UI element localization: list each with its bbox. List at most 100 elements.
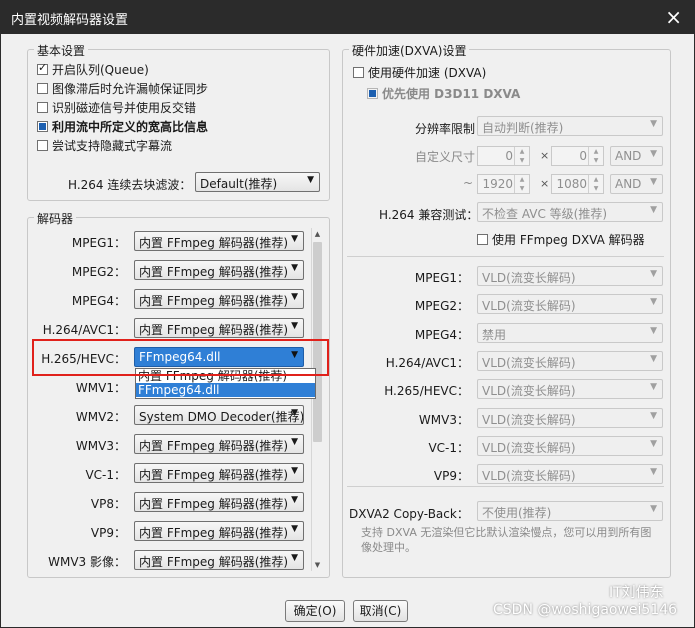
decoder-label: WMV3： — [75, 439, 126, 453]
decoder-select[interactable]: 内置 FFmpeg 解码器(推荐) ▼ — [134, 231, 304, 251]
hw-codec-label: H.265/HEVC： — [384, 384, 469, 399]
basic-option-checkbox[interactable]: 识别磁迹信号并使用反交错 — [37, 98, 196, 116]
checkbox-box[interactable] — [37, 101, 48, 113]
copyback-select[interactable]: 不使用(推荐) ▼ — [477, 501, 663, 521]
checkbox-box[interactable] — [353, 66, 364, 78]
resolution-select[interactable]: 自动判断(推荐) ▼ — [477, 116, 663, 136]
hw-codec-label: MPEG2： — [414, 299, 469, 314]
scroll-down-icon[interactable]: ▼ — [312, 561, 323, 569]
decoder-select[interactable]: 内置 FFmpeg 解码器(推荐) ▼ — [134, 550, 304, 570]
decoder-select[interactable]: 内置 FFmpeg 解码器(推荐) ▼ — [134, 318, 304, 338]
hw-codec-select[interactable]: VLD(流变长解码) ▼ — [477, 350, 663, 371]
deblock-select[interactable]: Default(推荐) ▼ — [195, 172, 320, 192]
chevron-down-icon: ▼ — [650, 410, 657, 421]
hw-codec-select[interactable]: VLD(流变长解码) ▼ — [477, 435, 663, 456]
hw-codec-label: VC-1： — [428, 440, 469, 455]
decoder-label: WMV2： — [75, 410, 126, 424]
compat-test-value: 不检查 AVC 等级(推荐) — [482, 207, 608, 221]
checkbox-box[interactable] — [37, 61, 48, 75]
min-height-value: 0 — [579, 149, 587, 163]
hw-codec-label: VP9： — [433, 469, 469, 484]
hw-codec-value: VLD(流变长解码) — [482, 384, 576, 399]
spin-arrows-icon[interactable]: ▲ ▼ — [514, 147, 529, 165]
hw-codec-label: MPEG4： — [414, 327, 469, 342]
min-mode-select[interactable]: AND ▼ — [610, 146, 663, 166]
chevron-down-icon: ▼ — [650, 205, 657, 215]
cancel-button[interactable]: 取消(C) — [353, 600, 408, 622]
decoder-label: H.264/AVC1： — [42, 323, 126, 337]
ffmpeg-dxva-label: 使用 FFmpeg DXVA 解码器 — [492, 232, 645, 247]
ok-button[interactable]: 确定(O) — [285, 600, 345, 622]
spin-arrows-icon[interactable]: ▲ ▼ — [514, 175, 529, 193]
decoder-select[interactable]: 内置 FFmpeg 解码器(推荐) ▼ — [134, 260, 304, 280]
chevron-down-icon: ▼ — [650, 177, 657, 187]
decoder-value: 内置 FFmpeg 解码器(推荐) — [139, 236, 289, 250]
decoders-scrollbar[interactable]: ▲ ▼ — [311, 228, 323, 571]
hw-codec-value: VLD(流变长解码) — [482, 271, 576, 285]
chevron-down-icon: ▼ — [291, 495, 298, 505]
checkbox-box[interactable] — [37, 82, 48, 94]
decoder-value: 内置 FFmpeg 解码器(推荐) — [139, 526, 289, 540]
chevron-down-icon: ▼ — [650, 149, 657, 159]
decoders-legend: 解码器 — [34, 210, 77, 227]
decoder-label: VC-1： — [85, 468, 126, 482]
basic-settings-legend: 基本设置 — [34, 42, 89, 59]
hw-codec-select[interactable]: VLD(流变长解码) ▼ — [477, 294, 663, 315]
basic-option-label: 图像滞后时允许漏帧保证同步 — [52, 81, 209, 96]
spin-arrows-icon[interactable]: ▲ ▼ — [588, 175, 603, 193]
decoder-select[interactable]: 内置 FFmpeg 解码器(推荐) ▼ — [134, 434, 304, 454]
checkbox-box[interactable] — [37, 120, 48, 132]
decoder-select[interactable]: 内置 FFmpeg 解码器(推荐) ▼ — [134, 492, 304, 512]
hw-codec-select[interactable]: VLD(流变长解码) ▼ — [477, 266, 663, 286]
scroll-up-icon[interactable]: ▲ — [312, 230, 323, 238]
hw-codec-select[interactable]: 禁用 ▼ — [477, 322, 663, 343]
hw-codec-value: VLD(流变长解码) — [482, 299, 576, 314]
decoder-select[interactable]: 内置 FFmpeg 解码器(推荐) ▼ — [134, 463, 304, 483]
divider — [347, 486, 664, 487]
use-hw-accel-checkbox[interactable]: 使用硬件加速 (DXVA) — [353, 63, 486, 81]
checkbox-box[interactable] — [367, 87, 378, 99]
copyback-label: DXVA2 Copy-Back： — [349, 507, 469, 521]
chevron-down-icon: ▼ — [650, 269, 657, 279]
spin-arrows-icon[interactable]: ▲ ▼ — [588, 147, 603, 165]
decoder-select[interactable]: 内置 FFmpeg 解码器(推荐) ▼ — [134, 521, 304, 541]
decoder-settings-dialog: 内置视频解码器设置 × 基本设置 开启队列(Queue) 图像滞后时允许漏帧保证同… — [0, 0, 695, 628]
close-icon[interactable]: × — [665, 5, 682, 29]
deblock-value: Default(推荐) — [200, 177, 278, 191]
decoder-select[interactable]: 内置 FFmpeg 解码器(推荐) ▼ — [134, 289, 304, 309]
basic-settings-group: 基本设置 开启队列(Queue) 图像滞后时允许漏帧保证同步识别磁迹信号并使用反交… — [27, 42, 330, 201]
hw-codec-value: VLD(流变长解码) — [482, 440, 576, 455]
min-height-spin[interactable]: 0 ▲ ▼ — [551, 146, 604, 166]
max-height-spin[interactable]: 1080 ▲ ▼ — [551, 174, 604, 194]
decoder-label: MPEG4： — [71, 294, 126, 308]
min-width-spin[interactable]: 0 ▲ ▼ — [477, 146, 530, 166]
basic-option-checkbox[interactable]: 尝试支持隐藏式字幕流 — [37, 136, 172, 154]
decoder-value: 内置 FFmpeg 解码器(推荐) — [139, 555, 289, 569]
chevron-down-icon: ▼ — [291, 408, 298, 418]
chevron-down-icon: ▼ — [650, 382, 657, 393]
decoder-label: VP8： — [90, 497, 126, 511]
hw-codec-select[interactable]: VLD(流变长解码) ▼ — [477, 464, 663, 485]
checkbox-box[interactable] — [477, 233, 488, 245]
copyback-value: 不使用(推荐) — [482, 506, 552, 520]
hw-codec-select[interactable]: VLD(流变长解码) ▼ — [477, 379, 663, 400]
max-width-value: 1920 — [482, 177, 513, 191]
basic-option-checkbox[interactable]: 利用流中所定义的宽高比信息 — [37, 117, 208, 135]
basic-option-checkbox[interactable]: 开启队列(Queue) — [37, 60, 149, 78]
hw-codec-select[interactable]: VLD(流变长解码) ▼ — [477, 407, 663, 428]
prefer-d3d11-checkbox[interactable]: 优先使用 D3D11 DXVA — [367, 84, 520, 102]
max-mode-select[interactable]: AND ▼ — [610, 174, 663, 194]
chevron-down-icon: ▼ — [291, 263, 298, 273]
ffmpeg-dxva-checkbox[interactable]: 使用 FFmpeg DXVA 解码器 — [477, 230, 645, 248]
chevron-down-icon: ▼ — [291, 553, 298, 563]
decoder-label: MPEG1： — [71, 236, 126, 250]
hw-codec-label: WMV3： — [418, 412, 469, 427]
max-width-spin[interactable]: 1920 ▲ ▼ — [477, 174, 530, 194]
compat-test-select[interactable]: 不检查 AVC 等级(推荐) ▼ — [477, 202, 663, 222]
decoder-select[interactable]: System DMO Decoder(推荐) ▼ — [134, 405, 304, 425]
dropdown-option-selected[interactable]: FFmpeg64.dll — [136, 383, 315, 397]
basic-option-checkbox[interactable]: 图像滞后时允许漏帧保证同步 — [37, 79, 208, 97]
decoder-value: System DMO Decoder(推荐) — [139, 410, 304, 424]
checkbox-box[interactable] — [37, 139, 48, 151]
decoder-value: 内置 FFmpeg 解码器(推荐) — [139, 439, 289, 453]
